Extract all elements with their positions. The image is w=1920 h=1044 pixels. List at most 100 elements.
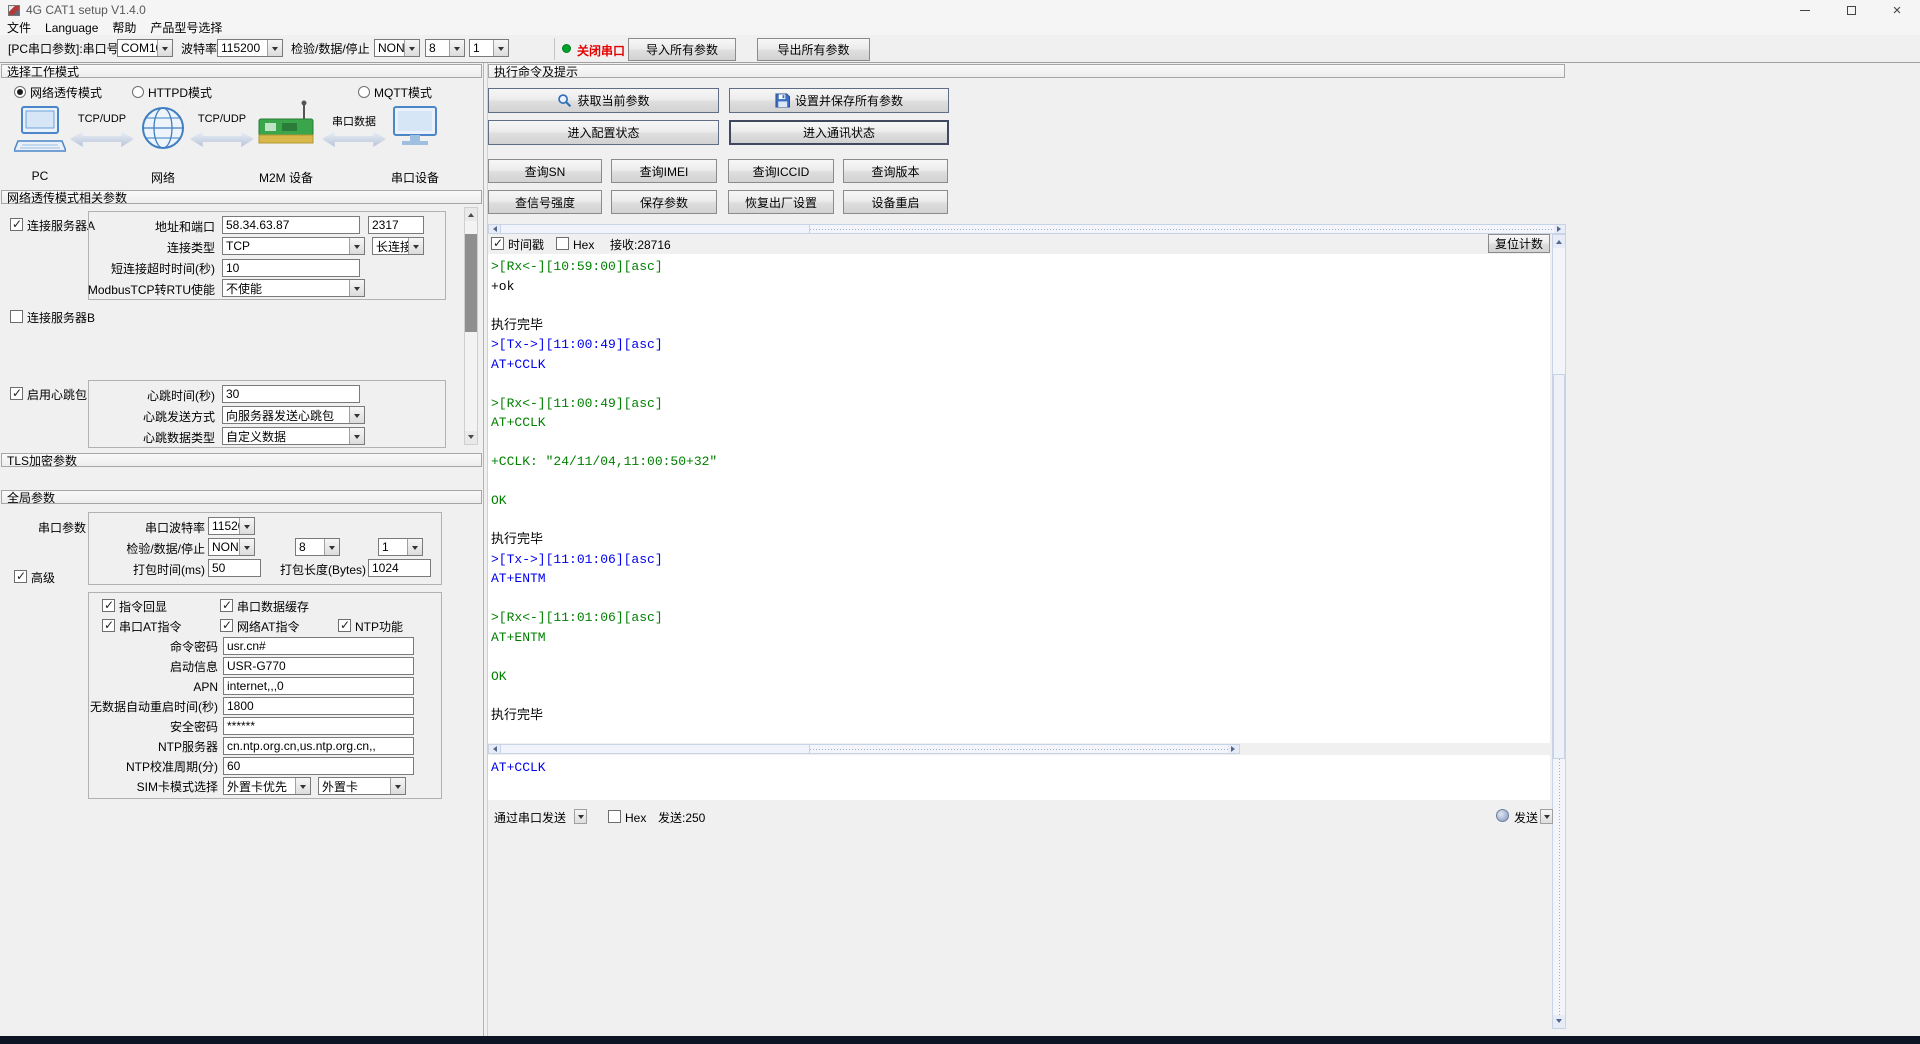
send-dropdown[interactable] — [1540, 809, 1553, 824]
databits-select[interactable]: 8 — [425, 39, 465, 57]
g-parity-select[interactable]: NONE — [208, 538, 255, 556]
m2m-device-icon — [256, 99, 316, 156]
reboot-button[interactable]: 设备重启 — [843, 190, 948, 214]
cmd-echo-checkbox[interactable] — [102, 599, 115, 612]
ntp-server-input[interactable] — [223, 737, 414, 755]
pack-time-input[interactable] — [208, 559, 261, 577]
log-bottom-hscrollbar[interactable] — [488, 744, 1240, 754]
radio-httpd-mode[interactable] — [132, 86, 144, 98]
menu-item-help[interactable]: 帮助 — [105, 20, 143, 35]
close-button[interactable]: × — [1874, 0, 1920, 20]
server-b-checkbox[interactable] — [10, 310, 23, 323]
sim-card-select[interactable]: 外置卡 — [318, 777, 406, 795]
conn-type-select[interactable]: TCP — [222, 237, 365, 255]
send-hex-checkbox[interactable] — [608, 810, 621, 823]
window-title: 4G CAT1 setup V1.4.0 — [26, 3, 146, 17]
query-imei-button[interactable]: 查询IMEI — [611, 159, 717, 183]
server-a-address-input[interactable] — [222, 216, 360, 234]
cmd-password-input[interactable] — [223, 637, 414, 655]
minimize-button[interactable] — [1782, 0, 1828, 20]
scroll-right-icon[interactable] — [1554, 225, 1565, 233]
serial-at-checkbox[interactable] — [102, 619, 115, 632]
apn-input[interactable] — [223, 677, 414, 695]
maximize-button[interactable] — [1828, 0, 1874, 20]
scroll-down-icon[interactable] — [465, 431, 477, 444]
import-all-params-button[interactable]: 导入所有参数 — [628, 38, 736, 61]
scroll-up-icon[interactable] — [465, 208, 477, 221]
menu-item-file[interactable]: 文件 — [0, 20, 38, 35]
g-databits-select[interactable]: 8 — [295, 538, 340, 556]
timestamp-checkbox[interactable] — [491, 237, 504, 250]
log-top-hscrollbar[interactable] — [488, 224, 1566, 234]
query-version-button[interactable]: 查询版本 — [843, 159, 948, 183]
scrollbar-track[interactable] — [810, 745, 1228, 753]
send-method-dropdown[interactable] — [574, 809, 587, 824]
stopbits-select[interactable]: 1 — [469, 39, 509, 57]
send-options-icon[interactable] — [1496, 809, 1509, 822]
server-a-checkbox[interactable] — [10, 218, 23, 231]
advanced-checkbox[interactable] — [14, 570, 27, 583]
menu-item-language[interactable]: Language — [38, 20, 105, 35]
scroll-left-icon[interactable] — [489, 745, 500, 753]
hb-time-input[interactable] — [222, 385, 360, 403]
radio-net-transparent-mode[interactable] — [14, 86, 26, 98]
enter-comm-button[interactable]: 进入通讯状态 — [729, 120, 949, 145]
no-data-restart-label: 无数据自动重启时间(秒) — [60, 700, 218, 714]
factory-reset-button[interactable]: 恢复出厂设置 — [728, 190, 834, 214]
scrollbar-thumb[interactable] — [500, 745, 810, 753]
g-stopbits-select[interactable]: 1 — [378, 538, 423, 556]
scrollbar-thumb[interactable] — [500, 225, 810, 233]
reset-count-button[interactable]: 复位计数 — [1488, 234, 1550, 253]
scrollbar-track[interactable] — [1553, 759, 1565, 1015]
keepalive-select[interactable]: 长连接 — [372, 237, 424, 255]
ntp-checkbox[interactable] — [338, 619, 351, 632]
set-save-params-button[interactable]: 设置并保存所有参数 — [729, 88, 949, 113]
network-globe-icon — [140, 105, 186, 154]
query-sn-button[interactable]: 查询SN — [488, 159, 602, 183]
baud-select[interactable]: 115200 — [217, 39, 283, 57]
net-params-scrollbar[interactable] — [464, 207, 478, 445]
export-all-params-button[interactable]: 导出所有参数 — [757, 38, 870, 61]
scrollbar-thumb[interactable] — [465, 234, 477, 332]
boot-info-input[interactable] — [223, 657, 414, 675]
short-timeout-input[interactable] — [222, 259, 360, 277]
scrollbar-track[interactable] — [465, 332, 477, 431]
save-params-button[interactable]: 保存参数 — [611, 190, 717, 214]
parity-select[interactable]: NONE — [374, 39, 420, 57]
g-baud-select[interactable]: 115200 — [208, 517, 255, 535]
scrollbar-thumb[interactable] — [1553, 374, 1565, 759]
sim-mode-select[interactable]: 外置卡优先 — [223, 777, 311, 795]
hb-type-select[interactable]: 自定义数据 — [222, 427, 365, 445]
close-serial-button[interactable]: 关闭串口 — [577, 42, 625, 59]
serial-cache-checkbox[interactable] — [220, 599, 233, 612]
heartbeat-checkbox[interactable] — [10, 387, 23, 400]
query-iccid-button[interactable]: 查询ICCID — [728, 159, 834, 183]
pack-len-input[interactable] — [368, 559, 431, 577]
get-params-button[interactable]: 获取当前参数 — [488, 88, 719, 113]
com-port-select[interactable]: COM10 — [117, 39, 173, 57]
scrollbar-track[interactable] — [810, 225, 1554, 233]
log-hex-checkbox[interactable] — [556, 237, 569, 250]
net-at-checkbox[interactable] — [220, 619, 233, 632]
query-signal-button[interactable]: 查信号强度 — [488, 190, 602, 214]
send-preview-area[interactable]: AT+CCLK — [488, 755, 1550, 800]
scroll-down-icon[interactable] — [1553, 1015, 1565, 1028]
log-area[interactable]: >[Rx<-][10:59:00][asc]+ok 执行完毕>[Tx->][11… — [488, 254, 1550, 743]
hb-mode-select[interactable]: 向服务器发送心跳包 — [222, 406, 365, 424]
scroll-left-icon[interactable] — [489, 225, 500, 233]
send-button[interactable]: 发送 — [1514, 811, 1538, 825]
server-a-port-input[interactable] — [368, 216, 424, 234]
scroll-up-icon[interactable] — [1553, 235, 1565, 248]
ntp-period-input[interactable] — [223, 757, 414, 775]
log-line: OK — [491, 491, 1550, 511]
log-vscrollbar[interactable] — [1552, 234, 1566, 1029]
no-data-restart-input[interactable] — [223, 697, 414, 715]
enter-config-button[interactable]: 进入配置状态 — [488, 120, 719, 145]
modbus-select[interactable]: 不使能 — [222, 279, 365, 297]
pc-serial-label: [PC串口参数]:串口号 — [8, 42, 119, 56]
scroll-right-icon[interactable] — [1228, 745, 1239, 753]
radio-mqtt-mode[interactable] — [358, 86, 370, 98]
menu-item-product-model[interactable]: 产品型号选择 — [143, 20, 229, 35]
serial-params-label: 串口参数 — [38, 521, 86, 535]
security-password-input[interactable] — [223, 717, 414, 735]
